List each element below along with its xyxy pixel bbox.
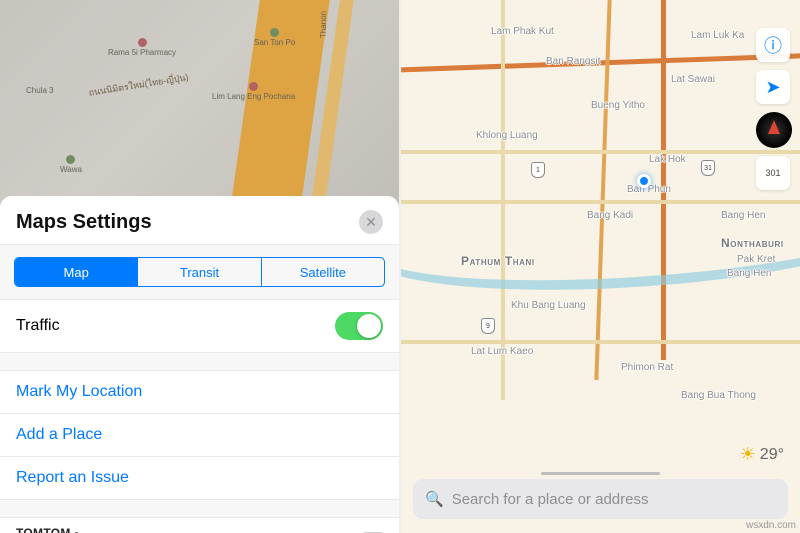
search-placeholder: Search for a place or address (452, 491, 649, 508)
tomtom-logo: TOMTOM (16, 526, 71, 533)
poi-wawa[interactable]: Wawa (60, 155, 82, 174)
report-issue-button[interactable]: Report an Issue (0, 456, 399, 499)
add-place-button[interactable]: Add a Place (0, 413, 399, 456)
traffic-label: Traffic (16, 317, 60, 335)
place-label: Bang Kadi (587, 210, 633, 221)
poi-pharmacy[interactable]: Rama 5i Pharmacy (108, 38, 176, 57)
traffic-row: Traffic (0, 299, 399, 352)
place-label-city: Pathum Thani (461, 254, 535, 268)
map-type-segmented: Map Transit Satellite (14, 257, 385, 287)
segment-satellite[interactable]: Satellite (262, 258, 384, 286)
route-shield-button[interactable]: 301 (756, 156, 790, 190)
globe-icon: ● (71, 529, 80, 533)
place-label: Lam Phak Kut (491, 26, 554, 37)
place-label: Khlong Luang (476, 130, 538, 141)
segment-transit[interactable]: Transit (138, 258, 261, 286)
place-label-city: Nonthaburi (721, 236, 784, 250)
place-label: Lat Sawai (671, 74, 715, 85)
compass-icon[interactable] (756, 112, 792, 148)
sheet-title: Maps Settings (16, 211, 152, 234)
route-shield-icon: 31 (701, 160, 715, 176)
close-button[interactable]: ✕ (359, 210, 383, 234)
traffic-toggle[interactable] (335, 312, 383, 340)
attribution-row[interactable]: TOMTOM ● and other data providers (0, 517, 399, 533)
poi-lim[interactable]: Lim Lang Eng Pochana (212, 82, 295, 101)
route-shield-icon: 9 (481, 318, 495, 334)
place-label: Ban Rangsit (546, 56, 600, 67)
settings-sheet: Maps Settings ✕ Map Transit Satellite Tr… (0, 196, 399, 533)
place-label: Phimon Rat (621, 362, 673, 373)
phone-left-maps-settings: AIS 4G 9:14 AM ➤ ⏰ 🔒 ถนนนิมิตรใหม่(ไทย-ญ… (0, 0, 399, 533)
sun-icon: ☀ (740, 444, 756, 465)
place-label: Lam Luk Ka (691, 30, 744, 41)
search-input[interactable]: 🔍 Search for a place or address (413, 479, 788, 519)
search-icon: 🔍 (425, 490, 444, 508)
temperature: 29° (760, 446, 784, 464)
info-button[interactable]: ⓘ (756, 28, 790, 62)
place-label: Khu Bang Luang (511, 300, 586, 311)
place-label: Lat Lum Kaeo (471, 346, 533, 357)
route-shield-icon: 1 (531, 162, 545, 178)
place-label: Bang Bua Thong (681, 390, 756, 401)
road-label: ถนนนิมิตรใหม่(ไทย-ญี่ปุ่น) (88, 70, 190, 100)
segment-map[interactable]: Map (15, 258, 138, 286)
place-label: Bang Hen (721, 210, 765, 221)
phone-right-map-view: AIS 4G 9:27 AM ➤ ⏰ 🔒 Lam Phak Kut Lam Lu… (401, 0, 800, 533)
map-background[interactable]: ถนนนิมิตรใหม่(ไทย-ญี่ปุ่น) Rama 5i Pharm… (0, 0, 399, 210)
watermark: wsxdn.com (746, 520, 796, 531)
place-label: Lak Hok (649, 154, 686, 165)
place-label: Bueng Yitho (591, 100, 645, 111)
place-label: Pak Kret (737, 254, 775, 265)
weather-widget[interactable]: ☀ 29° (740, 444, 784, 465)
place-label: Bang Hen (727, 268, 771, 279)
user-location-dot (637, 174, 651, 188)
mark-location-button[interactable]: Mark My Location (0, 370, 399, 413)
map-controls: ⓘ ➤ 301 (756, 28, 792, 190)
locate-button[interactable]: ➤ (756, 70, 790, 104)
poi-chula: Chula 3 (26, 86, 54, 95)
sheet-grabber[interactable] (541, 472, 661, 475)
poi-san[interactable]: San Ton Po (254, 28, 295, 47)
road-name-thanon: Thanon (319, 11, 328, 38)
